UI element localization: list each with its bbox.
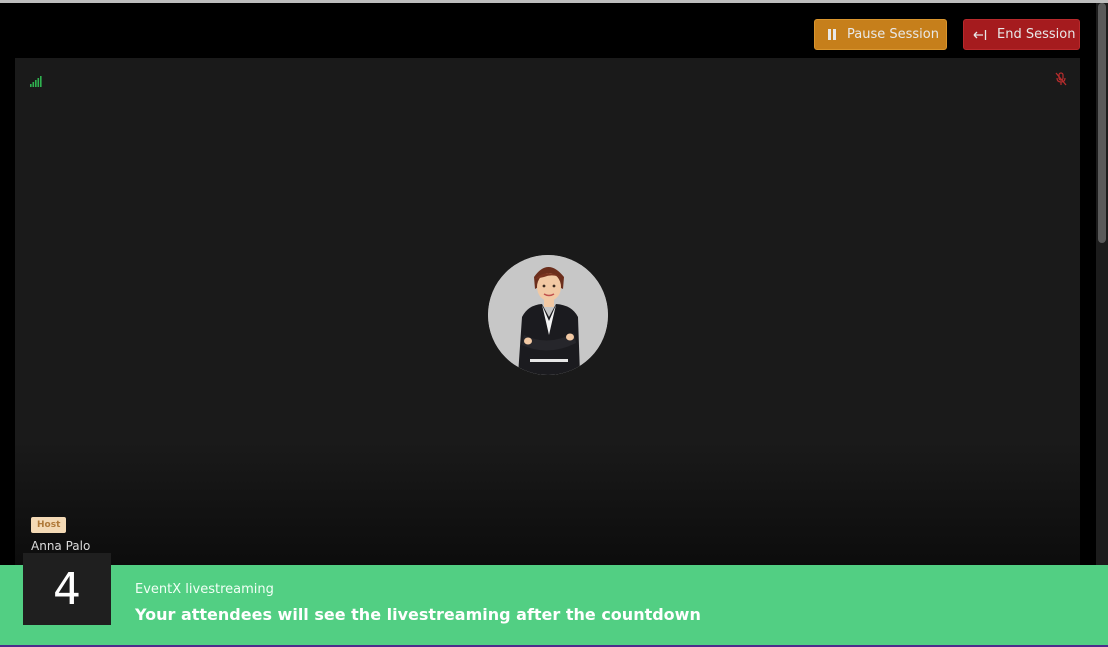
top-strip bbox=[0, 0, 1108, 3]
host-badge: Host bbox=[31, 517, 67, 533]
exit-arrow-icon bbox=[973, 29, 987, 41]
banner-subtitle: Your attendees will see the livestreamin… bbox=[135, 605, 701, 624]
signal-strength-icon bbox=[30, 72, 42, 91]
pause-session-button[interactable]: Pause Session bbox=[814, 19, 947, 50]
participant-name: Anna Palo bbox=[31, 539, 91, 553]
mic-muted-icon[interactable] bbox=[1055, 71, 1067, 90]
end-session-button[interactable]: End Session bbox=[963, 19, 1080, 50]
scrollbar-thumb[interactable] bbox=[1098, 3, 1106, 243]
banner-title: EventX livestreaming bbox=[135, 582, 274, 597]
participant-avatar bbox=[488, 255, 608, 375]
end-session-label: End Session bbox=[997, 27, 1076, 42]
pause-session-label: Pause Session bbox=[847, 27, 939, 42]
video-tile: Host Anna Palo bbox=[15, 58, 1080, 568]
countdown-number: 4 bbox=[23, 553, 111, 625]
pause-icon bbox=[827, 29, 837, 40]
scrollbar[interactable] bbox=[1096, 3, 1108, 568]
